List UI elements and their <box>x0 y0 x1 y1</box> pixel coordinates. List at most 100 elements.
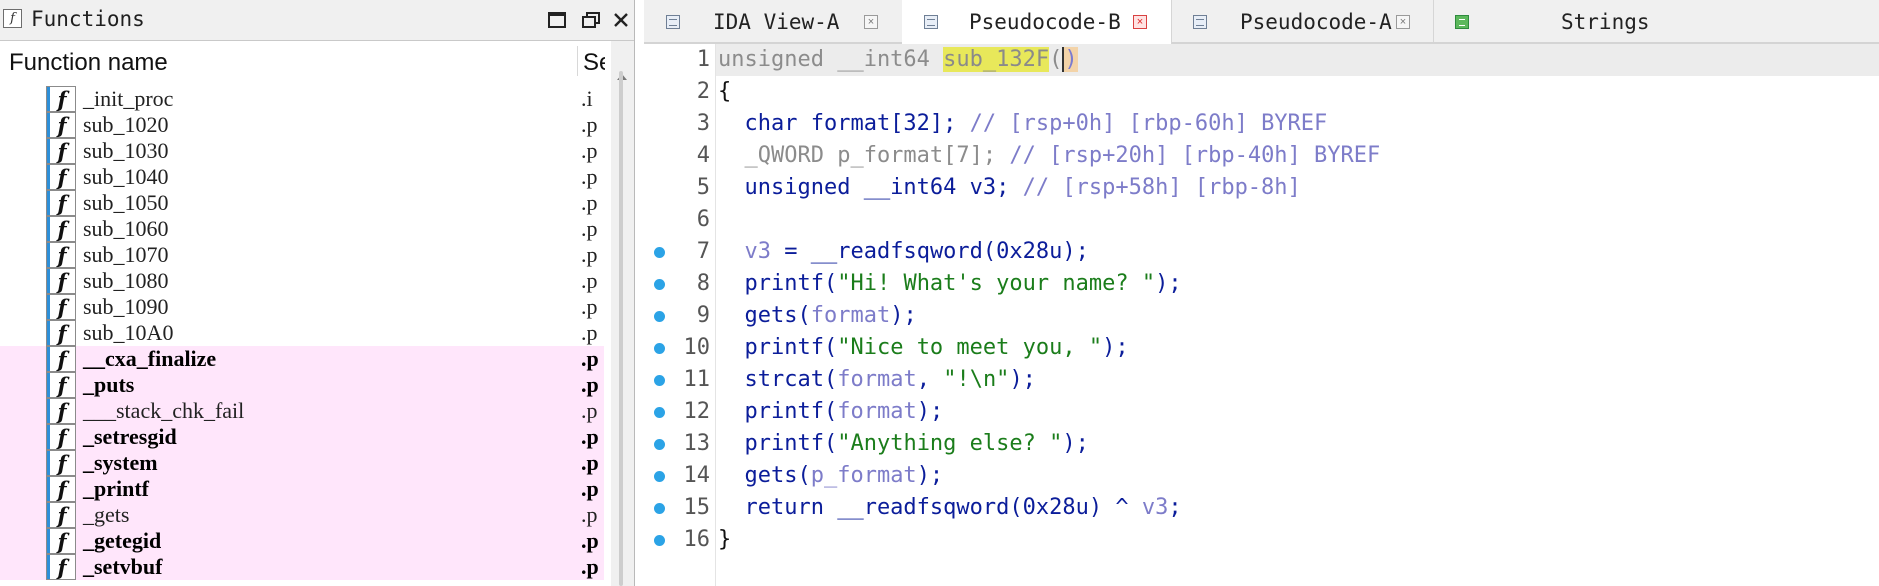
code-line[interactable]: 10 printf("Nice to meet you, "); <box>644 332 1879 364</box>
maximize-button[interactable] <box>545 8 569 32</box>
code-line[interactable]: 5 unsigned __int64 v3; // [rsp+58h] [rbp… <box>644 172 1879 204</box>
function-row[interactable]: f sub_10A0 .p <box>0 320 604 346</box>
functions-list: f _init_proc .i f sub_1020 .p f sub_1030 .p f sub_… <box>0 86 610 586</box>
line-number: 16 <box>683 527 711 552</box>
function-name: sub_1040 <box>83 164 169 189</box>
code-line[interactable]: 2{ <box>644 76 1879 108</box>
tab-label: IDA View-A <box>713 10 840 34</box>
code-token: // [rsp+58h] [rbp-8h] <box>1022 175 1301 200</box>
breakpoint-marker-icon[interactable] <box>654 535 665 546</box>
breakpoint-marker-icon[interactable] <box>654 375 665 386</box>
tab-close-icon[interactable]: × <box>1396 15 1410 29</box>
code-line[interactable]: 12 printf(format); <box>644 396 1879 428</box>
code-token: ); <box>916 463 944 488</box>
column-header-function-name[interactable]: Function name <box>9 49 168 77</box>
code-line[interactable]: 8 printf("Hi! What's your name? "); <box>644 268 1879 300</box>
function-row[interactable]: f sub_1050 .p <box>0 190 604 216</box>
function-row[interactable]: f _getegid .p <box>0 528 604 554</box>
breakpoint-marker-icon[interactable] <box>654 503 665 514</box>
float-window-button[interactable] <box>579 8 603 32</box>
function-icon: f <box>46 294 76 320</box>
function-row[interactable]: f _printf .p <box>0 476 604 502</box>
tab-ida-view-a[interactable]: IDA View-A × <box>644 0 903 42</box>
pseudocode-icon <box>1193 15 1207 29</box>
code-line[interactable]: 16} <box>644 524 1879 556</box>
close-pane-button[interactable] <box>609 8 633 32</box>
pseudocode-icon <box>924 15 938 29</box>
function-name: sub_1090 <box>83 294 169 319</box>
function-name: _init_proc <box>83 86 174 111</box>
functions-scrollbar[interactable] <box>611 41 634 586</box>
tab-pseudocode-a[interactable]: Pseudocode-A × <box>1171 0 1434 42</box>
function-row[interactable]: f _system .p <box>0 450 604 476</box>
breakpoint-marker-icon[interactable] <box>654 311 665 322</box>
function-row[interactable]: f _setvbuf .p <box>0 554 604 580</box>
code-token: char format[32]; <box>718 111 970 136</box>
code-line[interactable]: 1 unsigned __int64 sub_132F() <box>644 44 1879 76</box>
tab-pseudocode-b[interactable]: Pseudocode-B × <box>902 0 1172 44</box>
tab-strings[interactable]: Strings <box>1433 0 1673 42</box>
function-row[interactable]: f ___stack_chk_fail .p <box>0 398 604 424</box>
code-line[interactable]: 6 <box>644 204 1879 236</box>
function-row[interactable]: f _puts .p <box>0 372 604 398</box>
code-token: } <box>718 527 732 552</box>
code-text: strcat(format, "!\n"); <box>718 364 1035 396</box>
scroll-thumb[interactable] <box>619 71 623 586</box>
function-row[interactable]: f _init_proc .i <box>0 86 604 112</box>
function-icon: f <box>46 554 76 580</box>
function-row[interactable]: f _gets .p <box>0 502 604 528</box>
code-line[interactable]: 11 strcat(format, "!\n"); <box>644 364 1879 396</box>
line-number: 8 <box>696 271 710 296</box>
code-text: char format[32]; // [rsp+0h] [rbp-60h] B… <box>718 108 1327 140</box>
function-name: _setvbuf <box>83 554 163 579</box>
function-row[interactable]: f sub_1070 .p <box>0 242 604 268</box>
function-name: sub_10A0 <box>83 320 174 345</box>
function-name: ___stack_chk_fail <box>83 398 245 423</box>
function-name: sub_1080 <box>83 268 169 293</box>
code-line[interactable]: 15 return __readfsqword(0x28u) ^ v3; <box>644 492 1879 524</box>
breakpoint-marker-icon[interactable] <box>654 407 665 418</box>
code-token: gets( <box>718 463 811 488</box>
code-line[interactable]: 7 v3 = __readfsqword(0x28u); <box>644 236 1879 268</box>
code-line[interactable]: 9 gets(format); <box>644 300 1879 332</box>
breakpoint-marker-icon[interactable] <box>654 279 665 290</box>
function-row[interactable]: f sub_1020 .p <box>0 112 604 138</box>
code-line[interactable]: 3 char format[32]; // [rsp+0h] [rbp-60h]… <box>644 108 1879 140</box>
function-name: _setresgid <box>83 424 177 449</box>
breakpoint-marker-icon[interactable] <box>654 439 665 450</box>
code-text: printf("Anything else? "); <box>718 428 1088 460</box>
line-number: 15 <box>683 495 711 520</box>
function-row[interactable]: f sub_1060 .p <box>0 216 604 242</box>
code-text: unsigned __int64 v3; // [rsp+58h] [rbp-8… <box>718 172 1301 204</box>
line-number: 1 <box>696 47 710 72</box>
code-line[interactable]: 4 _QWORD p_format[7]; // [rsp+20h] [rbp-… <box>644 140 1879 172</box>
code-text: gets(format); <box>718 300 916 332</box>
line-number: 7 <box>696 239 710 264</box>
code-text: printf("Hi! What's your name? "); <box>718 268 1181 300</box>
function-row[interactable]: f sub_1030 .p <box>0 138 604 164</box>
breakpoint-marker-icon[interactable] <box>654 471 665 482</box>
function-icon: f <box>46 164 76 190</box>
tab-close-icon[interactable]: × <box>1133 15 1147 29</box>
breakpoint-marker-icon[interactable] <box>654 247 665 258</box>
code-token: "Nice to meet you, " <box>837 335 1103 360</box>
code-token: gets( <box>718 303 811 328</box>
function-row[interactable]: f __cxa_finalize .p <box>0 346 604 372</box>
function-row[interactable]: f _setresgid .p <box>0 424 604 450</box>
tab-close-icon[interactable]: × <box>864 15 878 29</box>
column-header-segment[interactable]: Se <box>583 49 605 77</box>
function-icon: f <box>46 190 76 216</box>
pseudocode-editor[interactable]: 1 unsigned __int64 sub_132F() 2{3 char for… <box>644 44 1879 586</box>
code-token: format <box>837 399 917 424</box>
function-name: __cxa_finalize <box>83 346 217 371</box>
code-line[interactable]: 13 printf("Anything else? "); <box>644 428 1879 460</box>
function-row[interactable]: f sub_1080 .p <box>0 268 604 294</box>
code-line[interactable]: 14 gets(p_format); <box>644 460 1879 492</box>
function-row[interactable]: f sub_1090 .p <box>0 294 604 320</box>
breakpoint-marker-icon[interactable] <box>654 343 665 354</box>
code-text: gets(p_format); <box>718 460 943 492</box>
column-divider[interactable] <box>577 46 578 76</box>
code-token: v3 <box>1141 495 1169 520</box>
function-segment: .i <box>581 86 593 111</box>
function-row[interactable]: f sub_1040 .p <box>0 164 604 190</box>
